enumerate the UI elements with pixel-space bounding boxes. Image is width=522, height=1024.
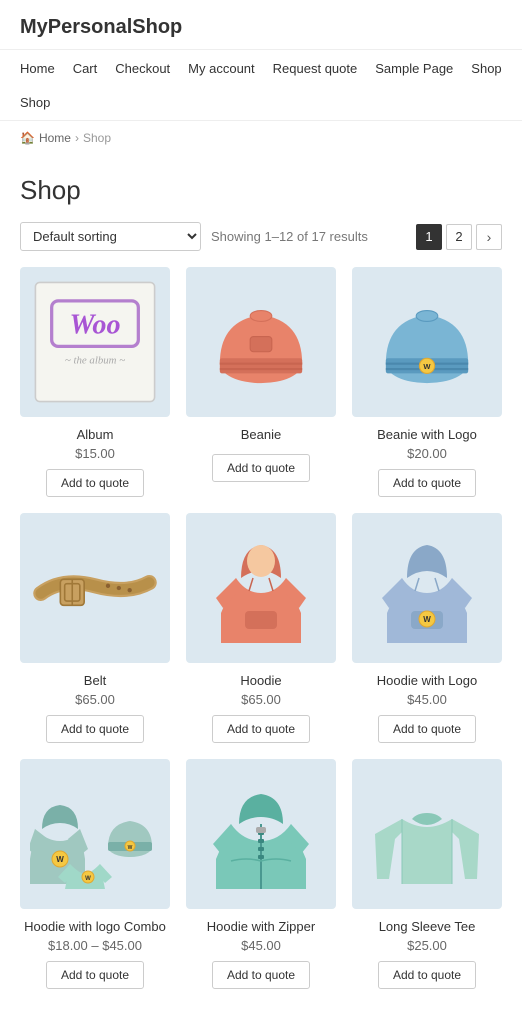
site-nav: Home Cart Checkout My account Request qu… [0, 50, 522, 121]
toolbar-left: Default sorting Sort by popularity Sort … [20, 222, 368, 251]
add-to-quote-hoodie[interactable]: Add to quote [212, 715, 310, 743]
svg-text:W: W [85, 876, 91, 882]
product-image-beanie [186, 267, 336, 417]
product-price-hoodie-zipper: $45.00 [241, 938, 281, 953]
main-content: Shop Default sorting Sort by popularity … [0, 155, 522, 1019]
belt-illustration [30, 523, 160, 653]
nav-item-samplepage[interactable]: Sample Page [375, 60, 453, 76]
beanie-salmon-illustration [196, 277, 326, 407]
product-name-beanie: Beanie [241, 427, 281, 442]
nav-item-home[interactable]: Home [20, 60, 55, 76]
breadcrumb-home[interactable]: Home [39, 131, 71, 145]
shop-toolbar: Default sorting Sort by popularity Sort … [20, 222, 502, 251]
breadcrumb-separator: › [75, 131, 79, 145]
product-price-long-sleeve: $25.00 [407, 938, 447, 953]
svg-text:W: W [423, 362, 431, 371]
product-price-belt: $65.00 [75, 692, 115, 707]
product-name-hoodie-logo: Hoodie with Logo [377, 673, 477, 688]
product-image-belt [20, 513, 170, 663]
product-grid: Woo ~ the album ~ Album $15.00 Add to qu… [20, 267, 502, 989]
product-image-hoodie [186, 513, 336, 663]
add-to-quote-album[interactable]: Add to quote [46, 469, 144, 497]
hoodie-salmon-illustration [196, 523, 326, 653]
site-title: MyPersonalShop [20, 16, 502, 39]
svg-text:Woo: Woo [69, 309, 120, 340]
product-image-hoodie-combo: W W W [20, 759, 170, 909]
hoodie-combo-illustration: W W W [30, 769, 160, 899]
nav-item-myaccount[interactable]: My account [188, 60, 254, 76]
product-name-belt: Belt [84, 673, 106, 688]
product-price-beanie-logo: $20.00 [407, 446, 447, 461]
result-count: Showing 1–12 of 17 results [211, 229, 368, 244]
site-header: MyPersonalShop [0, 0, 522, 50]
product-name-long-sleeve: Long Sleeve Tee [379, 919, 476, 934]
product-card-beanie: Beanie Add to quote [186, 267, 336, 497]
page-title: Shop [20, 175, 502, 206]
product-card-hoodie-zipper: Hoodie with Zipper $45.00 Add to quote [186, 759, 336, 989]
sort-select[interactable]: Default sorting Sort by popularity Sort … [20, 222, 201, 251]
product-card-hoodie-logo: W Hoodie with Logo $45.00 Add to quote [352, 513, 502, 743]
add-to-quote-hoodie-logo[interactable]: Add to quote [378, 715, 476, 743]
product-price-hoodie-combo: $18.00 – $45.00 [48, 938, 142, 953]
nav-item-cart[interactable]: Cart [73, 60, 98, 76]
album-illustration: Woo ~ the album ~ [30, 277, 160, 407]
beanie-blue-illustration: W [362, 277, 492, 407]
product-name-hoodie-combo: Hoodie with logo Combo [24, 919, 166, 934]
nav-item-checkout[interactable]: Checkout [115, 60, 170, 76]
hoodie-zipper-illustration [196, 769, 326, 899]
product-image-long-sleeve [352, 759, 502, 909]
product-name-hoodie-zipper: Hoodie with Zipper [207, 919, 315, 934]
product-price-hoodie-logo: $45.00 [407, 692, 447, 707]
product-card-long-sleeve: Long Sleeve Tee $25.00 Add to quote [352, 759, 502, 989]
product-card-beanie-logo: W Beanie with Logo $20.00 Add to quote [352, 267, 502, 497]
svg-text:~ the album ~: ~ the album ~ [65, 355, 125, 367]
pagination: 1 2 › [416, 224, 502, 250]
hoodie-blue-illustration: W [362, 523, 492, 653]
add-to-quote-beanie-logo[interactable]: Add to quote [378, 469, 476, 497]
svg-text:W: W [423, 615, 431, 624]
nav-item-shop2[interactable]: Shop [20, 94, 50, 110]
nav-item-requestquote[interactable]: Request quote [273, 60, 358, 76]
product-image-album: Woo ~ the album ~ [20, 267, 170, 417]
product-image-hoodie-logo: W [352, 513, 502, 663]
next-arrow-icon: › [487, 229, 492, 245]
long-sleeve-illustration [362, 769, 492, 899]
product-price-album: $15.00 [75, 446, 115, 461]
home-icon: 🏠 [20, 131, 35, 145]
product-card-album: Woo ~ the album ~ Album $15.00 Add to qu… [20, 267, 170, 497]
breadcrumb-current: Shop [83, 131, 111, 145]
product-name-hoodie: Hoodie [240, 673, 281, 688]
product-card-hoodie-combo: W W W Hoodie with logo Combo $18.00 – $4… [20, 759, 170, 989]
add-to-quote-long-sleeve[interactable]: Add to quote [378, 961, 476, 989]
product-name-album: Album [77, 427, 114, 442]
page-next-btn[interactable]: › [476, 224, 502, 250]
product-card-hoodie: Hoodie $65.00 Add to quote [186, 513, 336, 743]
breadcrumb: 🏠 Home › Shop [0, 121, 522, 155]
nav-item-shop1[interactable]: Shop [471, 60, 501, 76]
product-image-hoodie-zipper [186, 759, 336, 909]
add-to-quote-belt[interactable]: Add to quote [46, 715, 144, 743]
add-to-quote-hoodie-zipper[interactable]: Add to quote [212, 961, 310, 989]
svg-text:W: W [56, 855, 64, 864]
product-card-belt: Belt $65.00 Add to quote [20, 513, 170, 743]
nav-list: Home Cart Checkout My account Request qu… [20, 60, 502, 110]
product-image-beanie-logo: W [352, 267, 502, 417]
page-btn-1[interactable]: 1 [416, 224, 442, 250]
add-to-quote-beanie[interactable]: Add to quote [212, 454, 310, 482]
add-to-quote-hoodie-combo[interactable]: Add to quote [46, 961, 144, 989]
product-name-beanie-logo: Beanie with Logo [377, 427, 477, 442]
svg-text:W: W [128, 845, 133, 851]
product-price-hoodie: $65.00 [241, 692, 281, 707]
page-btn-2[interactable]: 2 [446, 224, 472, 250]
